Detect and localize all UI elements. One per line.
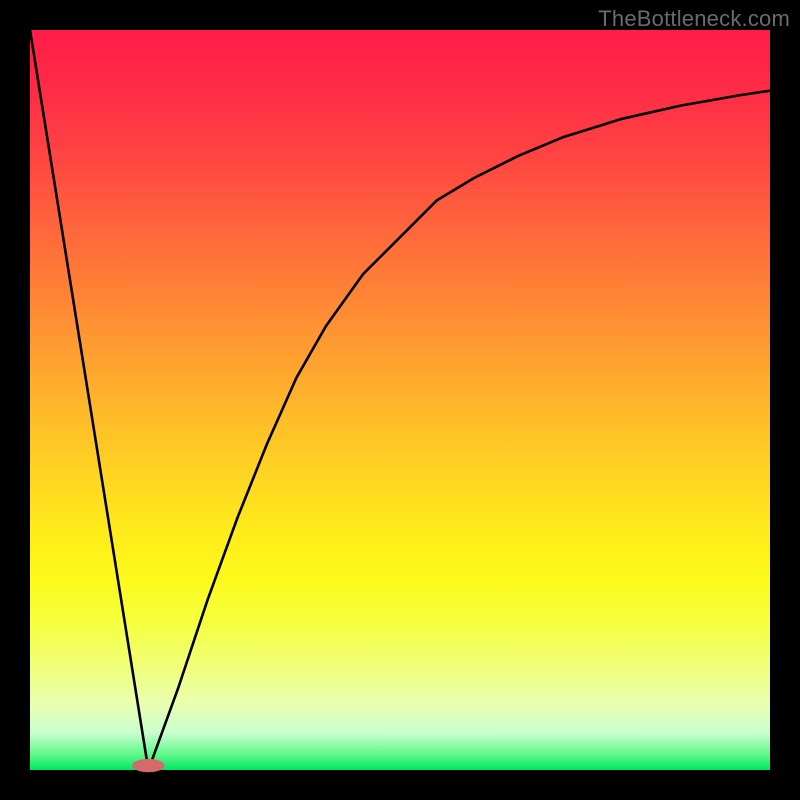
curve-group bbox=[30, 30, 770, 770]
plot-area bbox=[30, 30, 770, 770]
curve-svg bbox=[30, 30, 770, 770]
chart-frame: TheBottleneck.com bbox=[0, 0, 800, 800]
watermark-text: TheBottleneck.com bbox=[598, 6, 790, 32]
bottleneck-curve bbox=[30, 30, 770, 770]
minimum-marker bbox=[132, 759, 165, 772]
marker-group bbox=[132, 759, 165, 772]
